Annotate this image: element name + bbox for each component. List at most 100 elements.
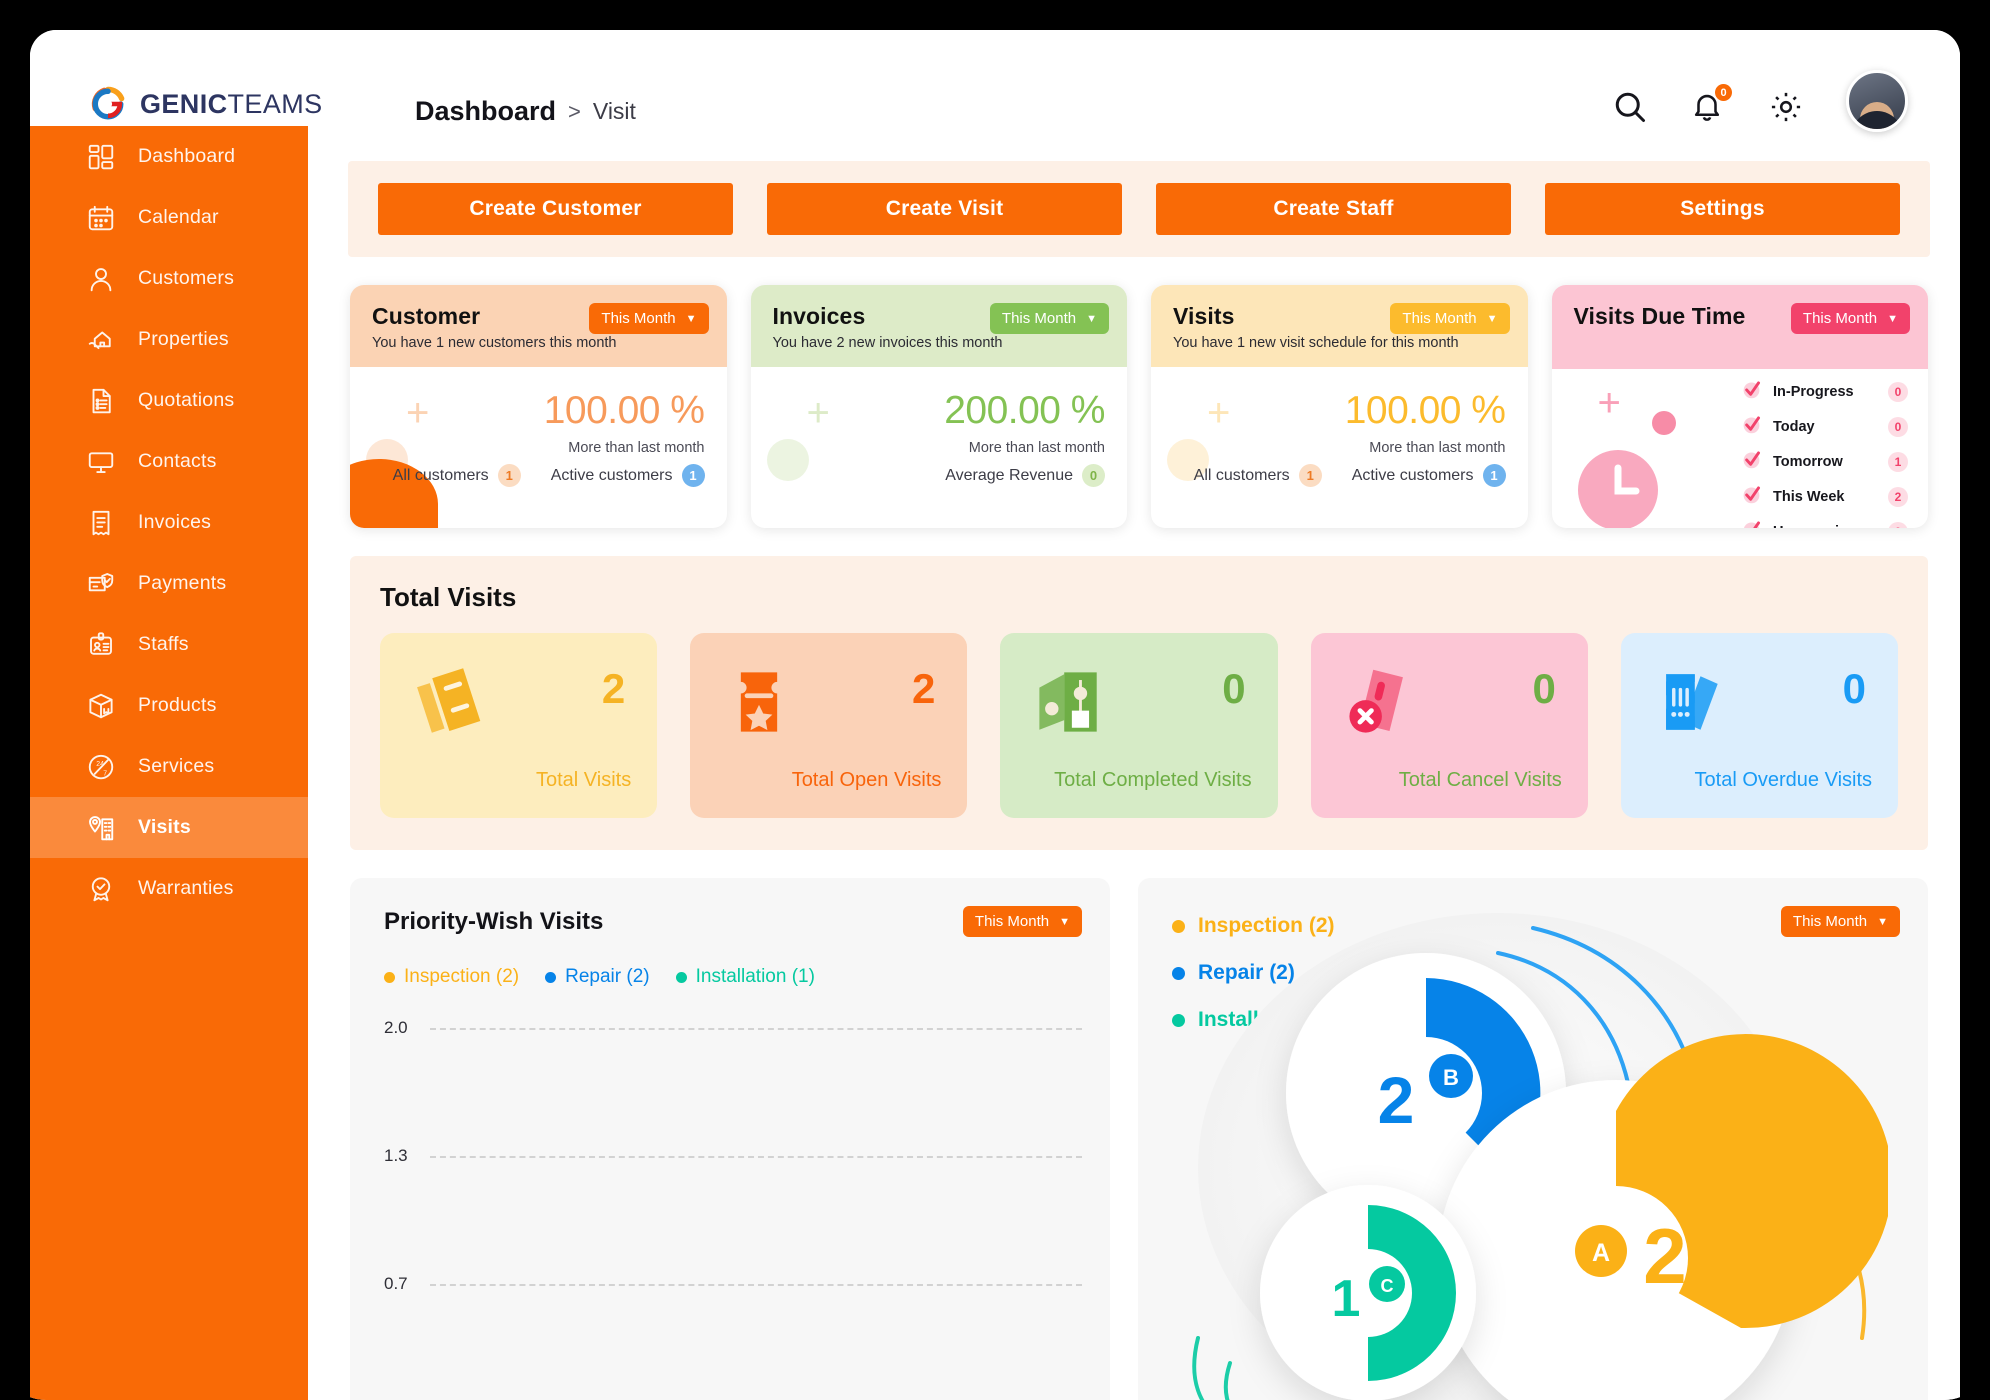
sidebar-item-properties[interactable]: Properties xyxy=(30,309,308,370)
stat-card-body: + 100.00 % More than last month All cust… xyxy=(350,367,727,528)
stat-card-customer: Customer You have 1 new customers this m… xyxy=(350,285,727,528)
svg-text:1: 1 xyxy=(1332,1270,1361,1328)
create-customer-button[interactable]: Create Customer xyxy=(378,183,733,235)
check-badge-icon xyxy=(86,874,116,904)
gridline xyxy=(430,1284,1082,1286)
legend-label: Installation (1) xyxy=(695,966,815,987)
stat-card-period-dropdown[interactable]: This Month ▼ xyxy=(589,303,709,334)
decorative-clock-icon xyxy=(1570,442,1666,528)
breadcrumb-dashboard[interactable]: Dashboard xyxy=(415,96,556,127)
legend-item-repair[interactable]: Repair (2) xyxy=(545,966,650,988)
legend-label: Inspection (2) xyxy=(404,966,520,987)
gridline xyxy=(430,1156,1082,1158)
sidebar-item-label: Staffs xyxy=(138,633,189,655)
grid-icon xyxy=(86,142,116,172)
notification-badge: 0 xyxy=(1715,84,1732,101)
total-visits-card-total-visits[interactable]: 2 Total Visits xyxy=(380,633,658,818)
sidebar-item-staffs[interactable]: Staffs xyxy=(30,614,308,675)
due-card-body: + In-Progress 0 Today 0 Tomorrow 1 This … xyxy=(1552,369,1929,528)
sidebar-item-dashboard[interactable]: Dashboard xyxy=(30,126,308,187)
gear-icon[interactable] xyxy=(1768,89,1804,125)
stat-card-period-label: This Month xyxy=(1001,310,1077,327)
stat-metric-value: 0 xyxy=(1082,464,1105,487)
sidebar-item-services[interactable]: 24 7 Services xyxy=(30,736,308,797)
stat-card-body: + 200.00 % More than last month Average … xyxy=(751,367,1128,515)
app-header: GENICTEAMS Dashboard > Visit 0 xyxy=(30,30,1960,132)
sidebar-item-visits[interactable]: Visits xyxy=(30,797,308,858)
sidebar-item-label: Visits xyxy=(138,816,191,838)
app-screen: GENICTEAMS Dashboard > Visit 0 Dashboard… xyxy=(30,30,1960,1400)
create-visit-button[interactable]: Create Visit xyxy=(767,183,1122,235)
sidebar-item-invoices[interactable]: Invoices xyxy=(30,492,308,553)
total-visits-card-total-completed-visits[interactable]: 0 Total Completed Visits xyxy=(1000,633,1278,818)
breadcrumb-visit[interactable]: Visit xyxy=(593,98,636,125)
sidebar-item-calendar[interactable]: Calendar xyxy=(30,187,308,248)
decorative-plus-icon: + xyxy=(806,391,830,435)
card-shield-icon xyxy=(86,569,116,599)
stat-card-percent: 100.00 % xyxy=(543,389,705,432)
legend-item-installation[interactable]: Installation (1) xyxy=(675,966,815,988)
stat-card-visits-due-time: Visits Due Time This Month ▼ + In-Progre… xyxy=(1551,285,1929,528)
total-visits-card-total-open-visits[interactable]: 2 Total Open Visits xyxy=(690,633,968,818)
decorative-plus-icon: + xyxy=(1207,391,1231,435)
sidebar-item-customers[interactable]: Customers xyxy=(30,248,308,309)
main-content: Create Customer Create Visit Create Staff S… xyxy=(308,126,1960,1400)
tickets-overdue-icon xyxy=(1647,659,1733,745)
sidebar: Dashboard Calendar Customers Properties Quot… xyxy=(30,126,308,1400)
due-card-period-dropdown[interactable]: This Month ▼ xyxy=(1790,303,1910,334)
due-time-row[interactable]: In-Progress 0 xyxy=(1741,379,1908,405)
stat-card-subtitle: You have 1 new customers this month xyxy=(372,335,617,351)
stat-card-metrics: All customers 1 Active customers 1 xyxy=(1194,464,1506,487)
due-time-row[interactable]: Tomorrow 1 xyxy=(1741,449,1908,475)
sidebar-item-quotations[interactable]: Quotations xyxy=(30,370,308,431)
due-time-row[interactable]: Today 0 xyxy=(1741,414,1908,440)
due-time-row[interactable]: This Week 2 xyxy=(1741,484,1908,510)
total-visits-card-label: Total Completed Visits xyxy=(1054,769,1252,791)
total-visits-card-value: 0 xyxy=(1532,665,1556,712)
legend-item-inspection[interactable]: Inspection (2) xyxy=(384,966,519,988)
avatar[interactable] xyxy=(1846,70,1908,132)
chevron-down-icon: ▼ xyxy=(1486,312,1498,325)
sidebar-item-label: Quotations xyxy=(138,389,235,411)
sidebar-item-contacts[interactable]: Contacts xyxy=(30,431,308,492)
due-time-row[interactable]: Upcomming 0 xyxy=(1741,519,1908,528)
stat-card-invoices: Invoices You have 2 new invoices this mo… xyxy=(750,285,1128,528)
stat-card-subtitle: You have 1 new visit schedule for this m… xyxy=(1173,335,1459,351)
stat-card-metrics: Average Revenue 0 xyxy=(945,464,1105,487)
decorative-dot xyxy=(1651,411,1676,435)
money-check-icon xyxy=(1026,659,1112,745)
total-visits-card-total-cancel-visits[interactable]: 0 Total Cancel Visits xyxy=(1310,633,1588,818)
visits-donut-chart: This Month ▼ Inspection (2) Repair (2) I… xyxy=(1138,878,1928,1400)
sidebar-item-label: Calendar xyxy=(138,206,219,228)
y-axis-tick-label: 0.7 xyxy=(384,1274,408,1293)
ticket-star-icon xyxy=(716,659,802,745)
sidebar-item-products[interactable]: Products xyxy=(30,675,308,736)
sidebar-item-warranties[interactable]: Warranties xyxy=(30,858,308,919)
sidebar-item-payments[interactable]: Payments xyxy=(30,553,308,614)
create-staff-button[interactable]: Create Staff xyxy=(1156,183,1511,235)
chevron-down-icon: ▼ xyxy=(685,312,697,325)
total-visits-card-label: Total Cancel Visits xyxy=(1398,769,1562,791)
ticket-cancel-icon xyxy=(1337,659,1423,745)
settings-button[interactable]: Settings xyxy=(1545,183,1900,235)
map-pin-building-icon xyxy=(86,813,116,843)
stat-card-period-dropdown[interactable]: This Month ▼ xyxy=(1390,303,1510,334)
legend-label: Repair (2) xyxy=(565,966,650,987)
sidebar-item-label: Payments xyxy=(138,572,227,594)
charts-row: Priority-Wish Visits This Month ▼ Inspec… xyxy=(350,878,1928,1400)
total-visits-title: Total Visits xyxy=(380,582,517,612)
stat-metric-value: 1 xyxy=(1482,464,1506,487)
stat-card-period-dropdown[interactable]: This Month ▼ xyxy=(989,303,1109,334)
stat-card-body: + 100.00 % More than last month All cust… xyxy=(1151,367,1528,515)
total-visits-card-value: 0 xyxy=(1222,665,1246,712)
total-visits-card-total-overdue-visits[interactable]: 0 Total Overdue Visits xyxy=(1620,633,1899,818)
svg-text:C: C xyxy=(1381,1276,1394,1296)
legend-dot xyxy=(675,971,687,983)
chart-period-dropdown[interactable]: This Month ▼ xyxy=(962,906,1082,937)
chart-legend: Inspection (2) Repair (2) Installation (… xyxy=(384,966,1076,988)
stat-metric-label: All customers xyxy=(392,466,489,484)
sidebar-item-label: Customers xyxy=(138,267,235,289)
bell-icon[interactable]: 0 xyxy=(1690,84,1732,125)
search-icon[interactable] xyxy=(1612,89,1648,125)
total-visits-panel: Total Visits 2 Total Visits 2 Total Open… xyxy=(350,556,1928,850)
